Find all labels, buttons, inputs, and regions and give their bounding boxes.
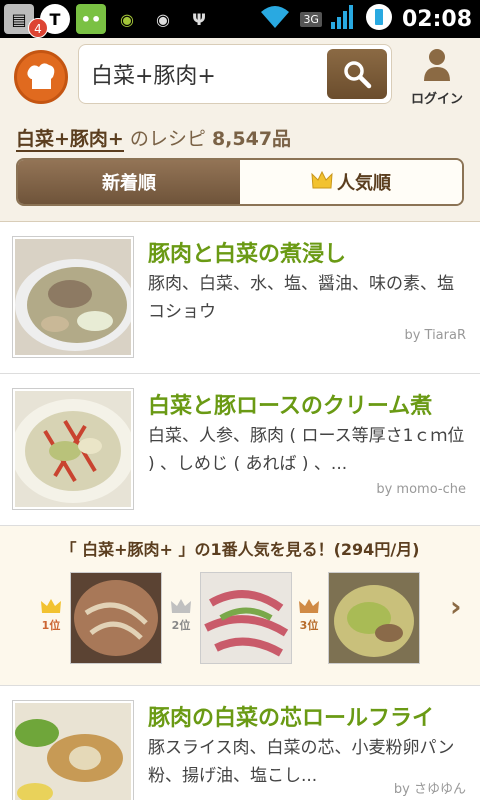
query-label: 白菜+豚肉+ — [16, 128, 124, 152]
ranking-title[interactable]: 「 白菜+豚肉+ 」の1番人気を見る！(294円/月) — [0, 536, 480, 560]
signal-icon — [330, 4, 356, 34]
tab-popular-label: 人気順 — [337, 173, 391, 194]
crown-silver-icon — [171, 599, 191, 613]
usb-icon: Ψ — [192, 9, 206, 29]
login-label: ログイン — [410, 92, 463, 107]
notification-count-badge: 4 — [28, 18, 48, 38]
crown-icon — [311, 170, 333, 195]
recipe-title[interactable]: 豚肉と白菜の煮浸し — [148, 236, 346, 268]
recipe-ingredients: 豚肉、白菜、水、塩、醤油、味の素、塩コショウ — [148, 274, 454, 322]
tab-newest-label: 新着順 — [102, 173, 156, 194]
recipe-thumbnail[interactable] — [12, 236, 135, 358]
recipe-author: by さゆゆん — [393, 782, 466, 797]
recipe-author: by TiaraR — [404, 328, 466, 343]
network-type-label: 3G — [300, 11, 322, 27]
crown-bronze-icon — [299, 599, 319, 613]
rank-badge-1-label: 1位 — [41, 619, 61, 632]
results-summary: 白菜+豚肉+ のレシピ 8,547品 新着順 人気順 — [0, 112, 480, 222]
android-icon: ◉ — [120, 9, 134, 29]
search-button[interactable] — [327, 49, 387, 99]
result-count: 8,547品 — [211, 128, 292, 150]
result-count-line: 白菜+豚肉+ のレシピ 8,547品 — [16, 124, 292, 152]
battery-charging-icon — [364, 2, 394, 36]
recipe-list-item[interactable]: 豚肉の白菜の芯ロールフライ 豚スライス肉、白菜の芯、小麦粉卵パン粉、揚げ油、塩こ… — [0, 688, 480, 800]
login-button[interactable]: ログイン — [402, 48, 472, 108]
rank-badge-1: 1位 — [38, 598, 64, 633]
recipe-author: by momo-che — [376, 482, 466, 497]
search-icon — [344, 61, 372, 89]
status-bar: ▤ T •• ◉ ◉ Ψ 4 3G 02:08 — [0, 0, 480, 38]
rank-badge-3: 3位 — [296, 598, 322, 633]
tab-popular[interactable]: 人気順 — [240, 160, 462, 204]
search-input[interactable] — [91, 55, 327, 93]
ranking-thumbnail-1[interactable] — [70, 572, 162, 664]
clock: 02:08 — [401, 6, 472, 32]
recipe-suffix-label: のレシピ — [123, 128, 212, 150]
cookpad-logo-icon[interactable] — [14, 50, 68, 104]
recipe-thumbnail[interactable] — [12, 700, 134, 800]
app-header: ログイン — [0, 38, 480, 112]
recipe-list-item[interactable]: 豚肉と白菜の煮浸し 豚肉、白菜、水、塩、醤油、味の素、塩コショウ by Tiar… — [0, 224, 480, 374]
recipe-list-item[interactable]: 白菜と豚ロースのクリーム煮 白菜、人参、豚肉 ( ロース等厚さ1ｃｍ位 ) 、し… — [0, 376, 480, 526]
ranking-next-arrow-icon[interactable]: › — [450, 590, 462, 623]
crown-gold-icon — [41, 599, 61, 613]
rank-badge-2-label: 2位 — [171, 619, 191, 632]
ranking-thumbnail-2[interactable] — [200, 572, 292, 664]
android-debug-icon: ◉ — [156, 9, 170, 29]
rank-badge-3-label: 3位 — [299, 619, 319, 632]
user-icon — [424, 49, 450, 81]
recipe-thumbnail[interactable] — [11, 388, 135, 510]
search-box — [78, 44, 392, 104]
sort-tabs: 新着順 人気順 — [16, 158, 464, 206]
tab-newest[interactable]: 新着順 — [18, 160, 240, 204]
recipe-title[interactable]: 豚肉の白菜の芯ロールフライ — [148, 700, 434, 732]
recipe-title[interactable]: 白菜と豚ロースのクリーム煮 — [148, 388, 432, 420]
chat-icon: •• — [76, 4, 106, 34]
wifi-icon — [258, 4, 292, 34]
ranking-thumbnail-3[interactable] — [328, 572, 420, 664]
popular-ranking-promo[interactable]: 「 白菜+豚肉+ 」の1番人気を見る！(294円/月) 1位 2位 3位 › — [0, 526, 480, 686]
rank-badge-2: 2位 — [168, 598, 194, 633]
recipe-ingredients: 白菜、人参、豚肉 ( ロース等厚さ1ｃｍ位 ) 、しめじ ( あれば ) 、..… — [148, 426, 465, 474]
